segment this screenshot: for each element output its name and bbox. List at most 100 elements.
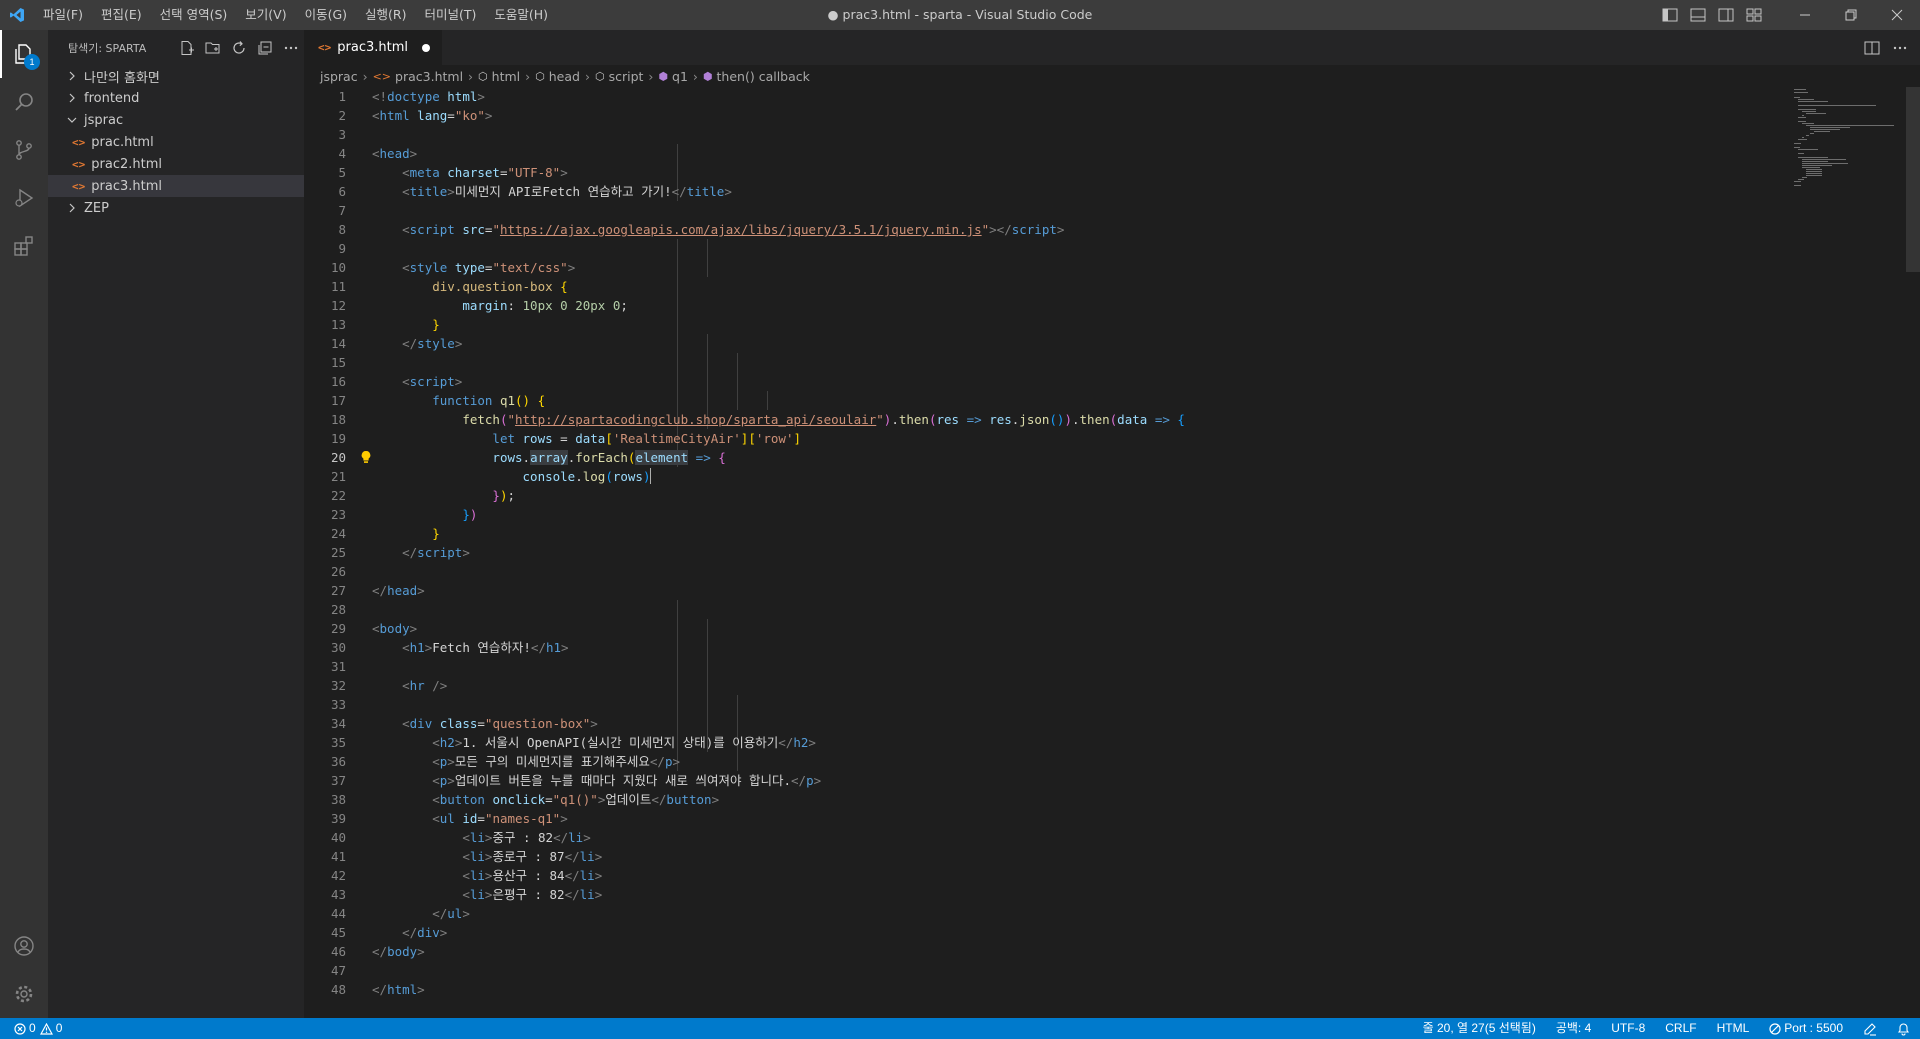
source-control-icon[interactable] <box>0 126 48 174</box>
explorer-badge: 1 <box>24 54 40 70</box>
breadcrumb-html[interactable]: html <box>492 69 520 84</box>
code-line-current: 20 rows.array.forEach(element => { <box>304 448 1804 467</box>
tree-folder-home[interactable]: 나만의 홈화면 <box>48 65 304 87</box>
new-file-icon[interactable] <box>174 37 200 59</box>
code-line: 29 <body> <box>330 621 418 636</box>
scrollbar-thumb[interactable] <box>1906 87 1920 272</box>
code-line: 9 <box>338 241 346 256</box>
restore-icon[interactable] <box>1828 0 1874 30</box>
breadcrumb-callback[interactable]: then() callback <box>717 69 810 84</box>
tab-prac3-html[interactable]: <> prac3.html <box>304 30 443 65</box>
tree-file-prac3[interactable]: <> prac3.html <box>48 175 304 197</box>
vertical-scrollbar[interactable] <box>1906 87 1920 1018</box>
code-line: 21 console.log(rows) <box>330 468 652 484</box>
menu-help[interactable]: 도움말(H) <box>485 0 557 30</box>
code-line: 24 } <box>330 526 440 541</box>
error-count: 0 <box>29 1021 36 1035</box>
tree-folder-jsprac[interactable]: jsprac <box>48 109 304 131</box>
code-line: 17 function q1() { <box>330 393 546 408</box>
code-line: 43 <li>은평구 : 82</li> <box>330 887 603 902</box>
code-line: 3 <box>338 127 346 142</box>
tree-file-prac2[interactable]: <> prac2.html <box>48 153 304 175</box>
run-debug-icon[interactable] <box>0 174 48 222</box>
code-line: 34 <div class="question-box"> <box>330 716 598 731</box>
chevron-right-icon <box>64 90 80 106</box>
account-icon[interactable] <box>0 922 48 970</box>
code-editor[interactable]: 1 <!doctype html> 2 <html lang="ko"> 3 4 <h… <box>304 87 1920 1018</box>
toggle-secondary-sidebar-icon[interactable] <box>1712 0 1740 30</box>
cursor-position[interactable]: 줄 20, 열 27(5 선택됨) <box>1413 1018 1546 1039</box>
breadcrumb-script[interactable]: script <box>609 69 644 84</box>
indentation-setting[interactable]: 공백: 4 <box>1546 1018 1601 1039</box>
eol-setting[interactable]: CRLF <box>1655 1018 1706 1039</box>
explorer-title: 탐색기: SPARTA <box>68 41 147 55</box>
code-line: 6 <title>미세먼지 API로Fetch 연습하고 가기!</title> <box>338 184 732 199</box>
chevron-down-icon <box>64 112 80 128</box>
editor-more-actions-icon[interactable] <box>1886 33 1914 63</box>
encoding-setting[interactable]: UTF-8 <box>1601 1018 1655 1039</box>
code-line: 23 }) <box>330 507 478 522</box>
menu-selection[interactable]: 선택 영역(S) <box>151 0 237 30</box>
minimap[interactable] <box>1790 87 1900 207</box>
toggle-primary-sidebar-icon[interactable] <box>1656 0 1684 30</box>
no-entry-icon <box>1769 1022 1781 1035</box>
customize-layout-icon[interactable] <box>1740 0 1768 30</box>
tree-item-label: prac.html <box>91 134 154 150</box>
title-bar: 파일(F) 편집(E) 선택 영역(S) 보기(V) 이동(G) 실행(R) 터… <box>0 0 1920 30</box>
breadcrumb-head[interactable]: head <box>549 69 580 84</box>
toggle-panel-icon[interactable] <box>1684 0 1712 30</box>
code-line: 37 <p>업데이트 버튼을 누를 때마다 지웠다 새로 씌여져야 합니다.</… <box>330 773 822 788</box>
explorer-icon[interactable]: 1 <box>0 30 48 78</box>
breadcrumb-file[interactable]: prac3.html <box>395 69 463 84</box>
gear-icon[interactable] <box>0 970 48 1018</box>
close-window-icon[interactable] <box>1874 0 1920 30</box>
collapse-all-icon[interactable] <box>252 37 278 59</box>
function-symbol-icon: ⬢ <box>702 69 713 83</box>
more-actions-icon[interactable] <box>278 37 304 59</box>
html-file-icon: <> <box>318 41 332 54</box>
code-line: 14 </style> <box>330 336 463 351</box>
tree-item-label: ZEP <box>84 200 109 216</box>
split-editor-icon[interactable] <box>1858 33 1886 63</box>
extensions-icon[interactable] <box>0 222 48 270</box>
minimize-icon[interactable] <box>1782 0 1828 30</box>
feedback-icon[interactable] <box>1853 1022 1887 1036</box>
refresh-icon[interactable] <box>226 37 252 59</box>
code-line: 25 </script> <box>330 545 470 560</box>
live-server-port[interactable]: Port : 5500 <box>1759 1018 1853 1039</box>
menu-view[interactable]: 보기(V) <box>236 0 295 30</box>
code-line: 35 <h2>1. 서울시 OpenAPI(실시간 미세먼지 상태)를 이용하기… <box>330 735 816 750</box>
code-line: 8 <script src="https://ajax.googleapis.c… <box>338 222 1065 237</box>
breadcrumb: jsprac › <> prac3.html › ⬡ html › ⬡ head… <box>304 65 1920 87</box>
tree-folder-zep[interactable]: ZEP <box>48 197 304 219</box>
menu-file[interactable]: 파일(F) <box>34 0 92 30</box>
breadcrumb-chevron-icon: › <box>362 68 368 84</box>
notifications-bell-icon[interactable] <box>1887 1022 1920 1036</box>
menu-edit[interactable]: 편집(E) <box>92 0 151 30</box>
lightbulb-icon[interactable] <box>360 450 372 468</box>
code-line: 4 <head> <box>338 146 418 161</box>
breadcrumb-folder[interactable]: jsprac <box>320 69 358 84</box>
tree-file-prac[interactable]: <> prac.html <box>48 131 304 153</box>
element-symbol-icon: ⬡ <box>478 69 488 83</box>
code-line: 10 <style type="text/css"> <box>330 260 576 275</box>
language-mode[interactable]: HTML <box>1707 1018 1760 1039</box>
code-line: 46 </body> <box>330 944 425 959</box>
text-cursor <box>650 468 652 484</box>
tree-folder-frontend[interactable]: frontend <box>48 87 304 109</box>
html-file-icon: <> <box>72 157 86 171</box>
menu-run[interactable]: 실행(R) <box>356 0 415 30</box>
new-folder-icon[interactable] <box>200 37 226 59</box>
menu-terminal[interactable]: 터미널(T) <box>416 0 486 30</box>
code-line: 11 div.question-box { <box>330 279 568 294</box>
code-line: 7 <box>338 203 346 218</box>
code-line: 45 </div> <box>330 925 448 940</box>
search-icon[interactable] <box>0 78 48 126</box>
unsaved-dot-icon[interactable] <box>421 43 430 52</box>
breadcrumb-q1[interactable]: q1 <box>672 69 688 84</box>
problems-indicator[interactable]: 0 0 <box>14 1018 72 1039</box>
menu-go[interactable]: 이동(G) <box>296 0 356 30</box>
code-line: 41 <li>종로구 : 87</li> <box>330 849 603 864</box>
error-icon <box>14 1022 26 1035</box>
code-line: 13 } <box>330 317 440 332</box>
